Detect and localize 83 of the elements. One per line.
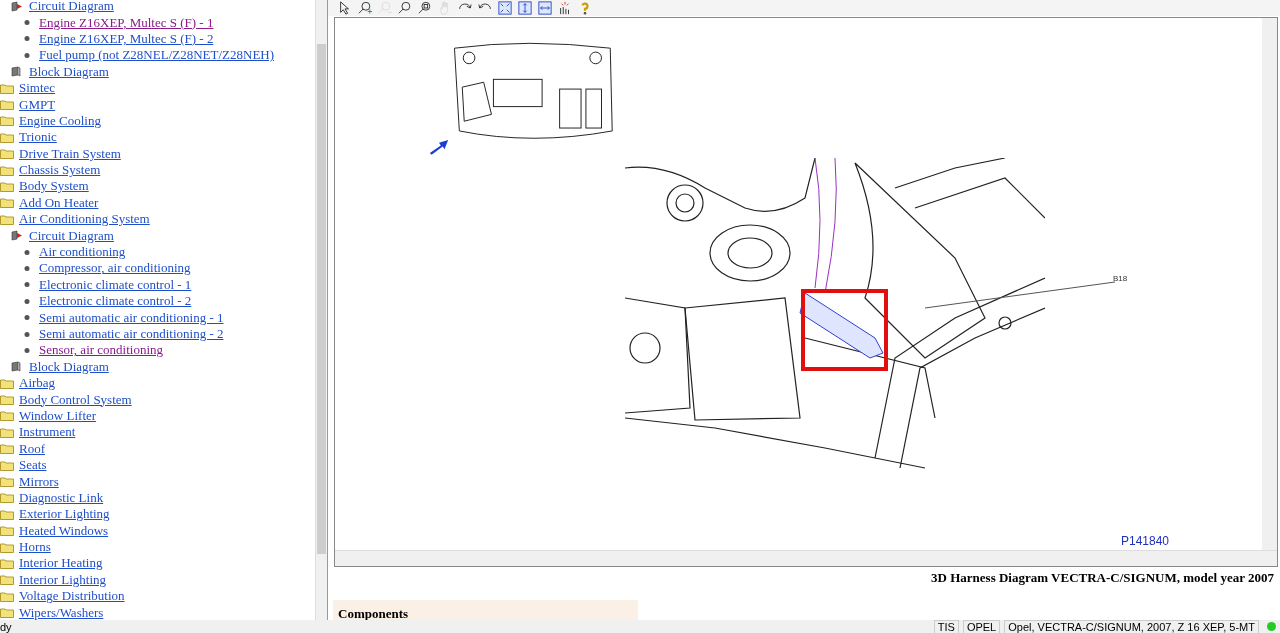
folder-icon bbox=[0, 181, 14, 192]
fit-height-icon[interactable] bbox=[516, 0, 533, 16]
folder-icon bbox=[0, 574, 14, 586]
tree-link[interactable]: Instrument bbox=[19, 424, 76, 441]
book-icon bbox=[10, 230, 24, 242]
tree-link[interactable]: Chassis System bbox=[19, 162, 101, 179]
tree-link[interactable]: Semi automatic air conditioning - 2 bbox=[39, 326, 224, 342]
tree-link[interactable]: Circuit Diagram bbox=[29, 227, 114, 244]
tree-link[interactable]: Seats bbox=[19, 457, 47, 474]
tree-link[interactable]: Semi automatic air conditioning - 1 bbox=[39, 309, 224, 326]
tree-link[interactable]: Air Conditioning System bbox=[19, 211, 150, 228]
figure-number: P141840 bbox=[1121, 534, 1170, 548]
tree-link[interactable]: Body Control System bbox=[19, 391, 132, 408]
tree-link[interactable]: Drive Train System bbox=[19, 145, 121, 162]
zoom-area-icon[interactable] bbox=[416, 0, 433, 16]
tree-link[interactable]: Fuel pump (not Z28NEL/Z28NET/Z28NEH) bbox=[39, 47, 275, 64]
tree-link[interactable]: Wipers/Washers bbox=[19, 604, 104, 620]
folder-icon bbox=[0, 82, 14, 94]
tree-link[interactable]: Engine Z16XEP, Multec S (F) - 1 bbox=[39, 14, 214, 31]
tree-link[interactable]: Air conditioning bbox=[39, 244, 126, 261]
book-icon bbox=[10, 66, 24, 78]
tree-link[interactable]: Simtec bbox=[19, 80, 56, 97]
tree-link[interactable]: Block Diagram bbox=[29, 358, 109, 375]
tree-link[interactable]: Circuit Diagram bbox=[29, 0, 114, 15]
folder-icon bbox=[0, 410, 14, 422]
folder-icon bbox=[0, 508, 14, 520]
tree-link[interactable]: Interior Heating bbox=[19, 555, 103, 572]
tree-link[interactable]: Voltage Distribution bbox=[19, 588, 125, 605]
folder-icon bbox=[0, 131, 14, 143]
folder-icon bbox=[0, 394, 14, 406]
folder-icon bbox=[0, 557, 14, 569]
tree-link[interactable]: Add On Heater bbox=[19, 194, 99, 211]
tree-link[interactable]: Electronic climate control - 1 bbox=[39, 276, 192, 293]
diagram-caption: 3D Harness Diagram VECTRA-C/SIGNUM, model year 2007 bbox=[930, 569, 1275, 587]
pointer-arrow-icon bbox=[428, 138, 450, 155]
folder-icon bbox=[0, 164, 14, 176]
fit-width-icon[interactable] bbox=[536, 0, 553, 16]
tree-link[interactable]: Heated Windows bbox=[19, 522, 109, 539]
status-field: Opel, VECTRA-C/SIGNUM, 2007, Z 16 XEP, 5-MT bbox=[1004, 619, 1259, 633]
status-field: OPEL bbox=[962, 619, 1001, 633]
zoom-in-icon[interactable] bbox=[356, 0, 373, 16]
scrollbar[interactable] bbox=[1262, 18, 1277, 550]
tree-link[interactable]: Mirrors bbox=[19, 473, 59, 490]
folder-icon bbox=[0, 492, 14, 504]
tree-link[interactable]: Block Diagram bbox=[29, 63, 109, 80]
scrollbar[interactable] bbox=[315, 0, 327, 620]
zoom-icon[interactable] bbox=[396, 0, 413, 16]
folder-icon bbox=[0, 476, 14, 487]
tree-link[interactable]: Body System bbox=[19, 178, 89, 195]
callout-label: B18 bbox=[1113, 274, 1128, 283]
book-icon bbox=[10, 0, 24, 12]
tree-link[interactable]: Engine Z16XEP, Multec S (F) - 2 bbox=[39, 30, 214, 47]
folder-icon bbox=[0, 443, 14, 455]
section-heading: Components bbox=[338, 606, 409, 620]
folder-icon bbox=[0, 213, 14, 225]
folder-icon bbox=[0, 148, 14, 160]
folder-icon bbox=[0, 115, 14, 127]
folder-icon bbox=[0, 525, 14, 537]
folder-icon bbox=[0, 377, 14, 389]
tree-link[interactable]: Sensor, air conditioning bbox=[39, 342, 164, 359]
tree-link[interactable]: Airbag bbox=[19, 375, 56, 392]
tree-link[interactable]: Roof bbox=[19, 440, 45, 457]
folder-icon bbox=[0, 426, 14, 438]
fit-all-icon[interactable] bbox=[496, 0, 513, 16]
tree-link[interactable]: Horns bbox=[19, 539, 51, 556]
folder-icon bbox=[0, 541, 14, 553]
tree-link[interactable]: Compressor, air conditioning bbox=[39, 260, 191, 277]
book-icon bbox=[10, 361, 24, 373]
folder-icon bbox=[0, 590, 14, 602]
tree-link[interactable]: Diagnostic Link bbox=[19, 489, 104, 506]
tree-link[interactable]: Engine Cooling bbox=[19, 112, 101, 129]
folder-icon bbox=[0, 99, 14, 111]
folder-icon bbox=[0, 197, 14, 209]
tree-link[interactable]: Interior Lighting bbox=[19, 571, 106, 588]
tree-link[interactable]: Electronic climate control - 2 bbox=[39, 293, 192, 310]
tree-link[interactable]: Trionic bbox=[19, 129, 57, 146]
tree-link[interactable]: Exterior Lighting bbox=[19, 506, 110, 523]
scrollbar[interactable] bbox=[335, 550, 1277, 566]
status-message: dy bbox=[0, 620, 13, 633]
tree-link[interactable]: Window Lifter bbox=[19, 407, 97, 424]
tree-link[interactable]: GMPT bbox=[19, 96, 56, 113]
folder-icon bbox=[0, 459, 14, 471]
status-field: TIS bbox=[933, 619, 959, 633]
